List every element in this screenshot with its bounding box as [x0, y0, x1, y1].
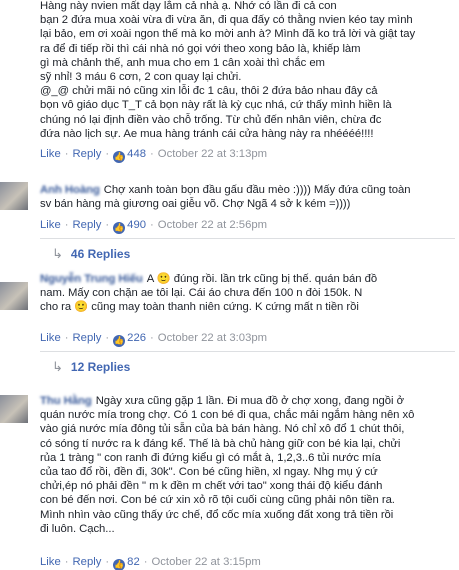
comment-body: Ngày xưa cũng gặp 1 lần. Đi mua đồ ở chợ… [40, 395, 415, 535]
like-count[interactable]: 226 [127, 332, 146, 344]
like-link[interactable]: Like [40, 332, 61, 344]
comment-text: Thu Hằng Ngày xưa cũng gặp 1 lần. Đi mua … [40, 394, 452, 536]
thumbs-up-icon: 👍 [113, 151, 126, 163]
comment-meta: Like · Reply · 👍 82 · October 22 at 3:15pm [40, 556, 261, 570]
thumbs-up-icon: 👍 [113, 559, 126, 570]
view-replies[interactable]: ↳ 12 Replies [52, 359, 130, 375]
reply-link[interactable]: Reply [73, 332, 102, 344]
divider [40, 351, 455, 352]
reply-link[interactable]: Reply [73, 556, 102, 568]
reply-link[interactable]: Reply [73, 148, 102, 160]
replies-label[interactable]: 12 Replies [71, 360, 130, 374]
like-count[interactable]: 490 [127, 219, 146, 231]
like-link[interactable]: Like [40, 148, 61, 160]
commenter-name[interactable]: Thu Hằng [40, 395, 92, 407]
timestamp[interactable]: October 22 at 3:13pm [158, 148, 267, 160]
commenter-name[interactable]: Nguyễn Trung Hiếu [40, 273, 143, 285]
reply-arrow-icon: ↳ [52, 359, 63, 374]
timestamp[interactable]: October 22 at 3:03pm [158, 332, 267, 344]
view-replies[interactable]: ↳ 46 Replies [52, 246, 130, 262]
comment-text: Anh Hoàng Chợ xanh toàn bọn đầu gấu đầu m… [40, 183, 452, 211]
comment-text: Nguyễn Trung Hiếu A 🙂 đúng rồi. lần trk c… [40, 272, 452, 315]
avatar[interactable] [0, 282, 28, 310]
avatar[interactable] [0, 395, 28, 423]
thumbs-up-icon: 👍 [113, 335, 126, 347]
comment-meta: Like · Reply · 👍 448 · October 22 at 3:13pm [40, 148, 268, 163]
comment-meta: Like · Reply · 👍 226 · October 22 at 3:03pm [40, 332, 268, 347]
like-link[interactable]: Like [40, 556, 61, 568]
avatar[interactable] [0, 182, 28, 210]
like-count[interactable]: 82 [127, 556, 140, 568]
comment-text: Hàng này nvien mất dạy lắm cả nhà ạ. Nhớ… [40, 0, 416, 140]
replies-label[interactable]: 46 Replies [71, 247, 130, 261]
commenter-name[interactable]: Anh Hoàng [40, 184, 100, 196]
like-link[interactable]: Like [40, 219, 61, 231]
timestamp[interactable]: October 22 at 3:15pm [152, 556, 261, 568]
reply-link[interactable]: Reply [73, 219, 102, 231]
divider [40, 238, 455, 239]
reply-arrow-icon: ↳ [52, 246, 63, 261]
timestamp[interactable]: October 22 at 2:56pm [158, 219, 267, 231]
comment-meta: Like · Reply · 👍 490 · October 22 at 2:56pm [40, 219, 268, 234]
like-count[interactable]: 448 [127, 148, 146, 160]
comment-thread: Hàng này nvien mất dạy lắm cả nhà ạ. Nhớ… [0, 0, 459, 570]
thumbs-up-icon: 👍 [113, 222, 126, 234]
